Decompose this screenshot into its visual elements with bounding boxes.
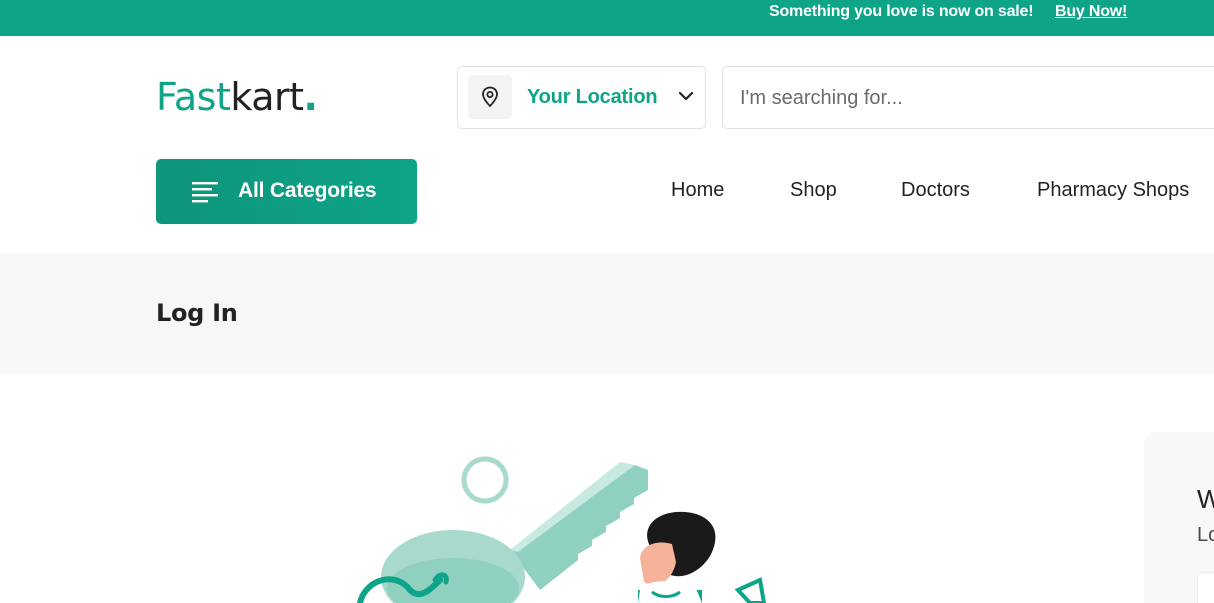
buy-now-link[interactable]: Buy Now!: [1055, 3, 1127, 21]
search-input[interactable]: [740, 83, 1210, 113]
promo-bar: Something you love is now on sale! Buy N…: [0, 0, 1214, 36]
login-form-card: W Lo: [1144, 432, 1214, 603]
key-shaft: [510, 465, 648, 590]
brand-logo[interactable]: Fastkart.: [156, 75, 318, 120]
person-figure: [638, 511, 716, 603]
decor-flag: [734, 577, 767, 603]
location-icon-box: [468, 75, 512, 119]
logo-text-kart: kart: [230, 75, 304, 119]
nav-item-doctors[interactable]: Doctors: [901, 179, 970, 202]
login-illustration: [357, 456, 767, 603]
location-selector[interactable]: Your Location: [457, 66, 706, 129]
breadcrumb: Log In: [0, 254, 1214, 374]
location-label: Your Location: [527, 86, 658, 108]
login-card-subtext: Lo: [1197, 524, 1214, 546]
nav-item-shop[interactable]: Shop: [790, 179, 837, 202]
main-nav: Home Shop Doctors Pharmacy Shops: [0, 179, 1214, 207]
map-pin-icon: [482, 86, 498, 108]
email-field[interactable]: [1197, 572, 1214, 603]
promo-text: Something you love is now on sale!: [769, 3, 1034, 20]
logo-dot: .: [303, 75, 318, 119]
decor-ring: [461, 456, 509, 504]
chevron-down-icon: [678, 91, 694, 101]
logo-text-fast: Fast: [156, 75, 231, 119]
nav-item-pharmacy-shops[interactable]: Pharmacy Shops: [1037, 179, 1189, 202]
page-title: Log In: [156, 299, 238, 327]
search-box: [722, 66, 1214, 129]
nav-item-home[interactable]: Home: [671, 179, 724, 202]
login-card-heading: W: [1197, 484, 1214, 514]
